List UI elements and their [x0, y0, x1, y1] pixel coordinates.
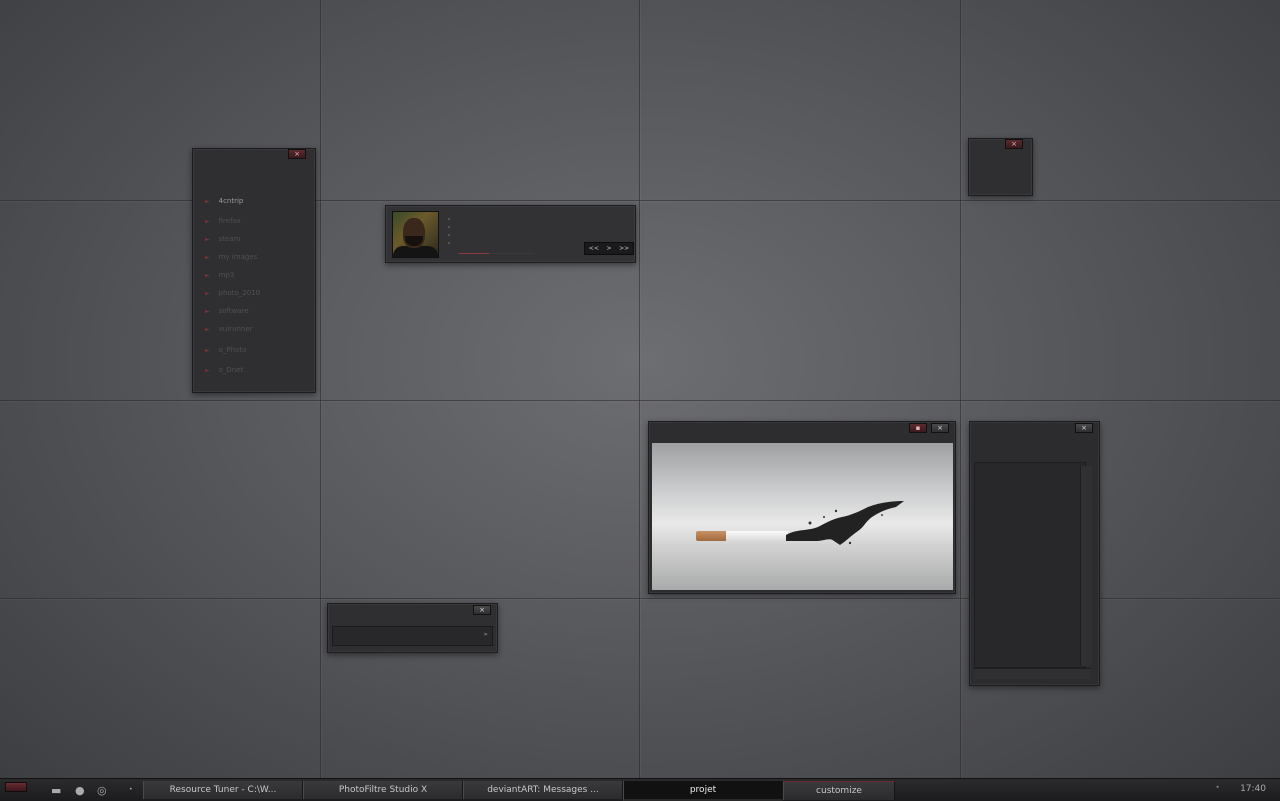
- arrow-icon: ►: [205, 218, 210, 225]
- close-button[interactable]: ×: [1075, 423, 1093, 433]
- explorer-panel: ×: [969, 421, 1100, 686]
- menu-item[interactable]: ► 4cntrip: [205, 197, 243, 205]
- task-deviantart[interactable]: deviantART: Messages ...: [463, 781, 623, 799]
- launcher-menu-widget: × ► 4cntrip ► firefox ► steam ► my images ► m…: [192, 148, 316, 393]
- input-widget: × ▸: [327, 603, 498, 653]
- user-icon[interactable]: ●: [75, 784, 85, 797]
- ash-figure-shape: [786, 501, 904, 545]
- arrow-icon: ►: [205, 347, 210, 354]
- menu-item[interactable]: ► o_Photo: [205, 346, 246, 354]
- grid-line: [320, 0, 321, 778]
- track-info-dot: [448, 226, 450, 228]
- file-list-area[interactable]: [974, 462, 1086, 668]
- grid-line: [960, 0, 961, 778]
- arrow-icon: ►: [205, 367, 210, 374]
- computer-icon[interactable]: ▬: [51, 784, 61, 797]
- menu-item[interactable]: ► firefox: [205, 217, 241, 225]
- notification-dot-icon: •: [1215, 783, 1220, 792]
- track-info-dot: [448, 242, 450, 244]
- arrow-icon: ►: [205, 272, 210, 279]
- task-customize[interactable]: customize: [783, 781, 895, 800]
- arrow-icon: ►: [205, 290, 210, 297]
- task-photofiltre[interactable]: PhotoFiltre Studio X: [303, 781, 463, 799]
- arrow-icon: ►: [205, 308, 210, 315]
- arrow-icon: ►: [205, 326, 210, 333]
- vertical-scrollbar[interactable]: [1080, 466, 1092, 666]
- start-button[interactable]: [5, 782, 27, 792]
- close-button[interactable]: ×: [288, 149, 306, 159]
- close-button[interactable]: ×: [931, 423, 949, 433]
- grid-line: [639, 0, 640, 778]
- minimize-button[interactable]: ▪: [909, 423, 927, 433]
- grid-line: [0, 400, 1280, 401]
- cigarette-paper-shape: [726, 531, 788, 541]
- arrow-icon: ►: [205, 198, 210, 205]
- progress-fill: [459, 253, 489, 254]
- close-button[interactable]: ×: [473, 605, 491, 615]
- menu-item[interactable]: ► software: [205, 307, 249, 315]
- wallpaper-image: [652, 443, 953, 590]
- menu-item[interactable]: ► o_Dnet: [205, 366, 243, 374]
- track-info-dot: [448, 218, 450, 220]
- menu-item[interactable]: ► steam: [205, 235, 240, 243]
- progress-bar[interactable]: [459, 253, 534, 254]
- horizontal-scrollbar[interactable]: [974, 668, 1091, 679]
- track-info-dot: [448, 234, 450, 236]
- dropdown-arrow-icon[interactable]: ▸: [484, 630, 488, 638]
- play-button[interactable]: >: [606, 245, 611, 252]
- menu-item[interactable]: ► photo_2010: [205, 289, 260, 297]
- clock: 17:40: [1240, 784, 1266, 794]
- text-input[interactable]: ▸: [332, 626, 493, 646]
- previous-button[interactable]: <<: [589, 245, 599, 252]
- album-cover: [392, 211, 439, 258]
- music-player-widget: << > >>: [385, 205, 636, 263]
- separator-dot-icon: •: [129, 786, 133, 793]
- arrow-icon: ►: [205, 254, 210, 261]
- taskbar: ▬ ● ◎ • Resource Tuner - C:\W... PhotoFi…: [0, 778, 1280, 801]
- close-button[interactable]: ×: [1005, 139, 1023, 149]
- image-viewer-window: ▪ ×: [648, 421, 956, 594]
- task-resource-tuner[interactable]: Resource Tuner - C:\W...: [143, 781, 303, 799]
- menu-item[interactable]: ► xulrunner: [205, 325, 253, 333]
- arrow-icon: ►: [205, 236, 210, 243]
- menu-item[interactable]: ► my images: [205, 253, 257, 261]
- small-widget: ×: [968, 138, 1033, 196]
- playback-controls: << > >>: [584, 242, 634, 255]
- globe-icon[interactable]: ◎: [97, 784, 107, 797]
- cigarette-filter-shape: [696, 531, 726, 541]
- task-projet[interactable]: projet: [623, 781, 783, 801]
- next-button[interactable]: >>: [619, 245, 629, 252]
- menu-item[interactable]: ► mp3: [205, 271, 234, 279]
